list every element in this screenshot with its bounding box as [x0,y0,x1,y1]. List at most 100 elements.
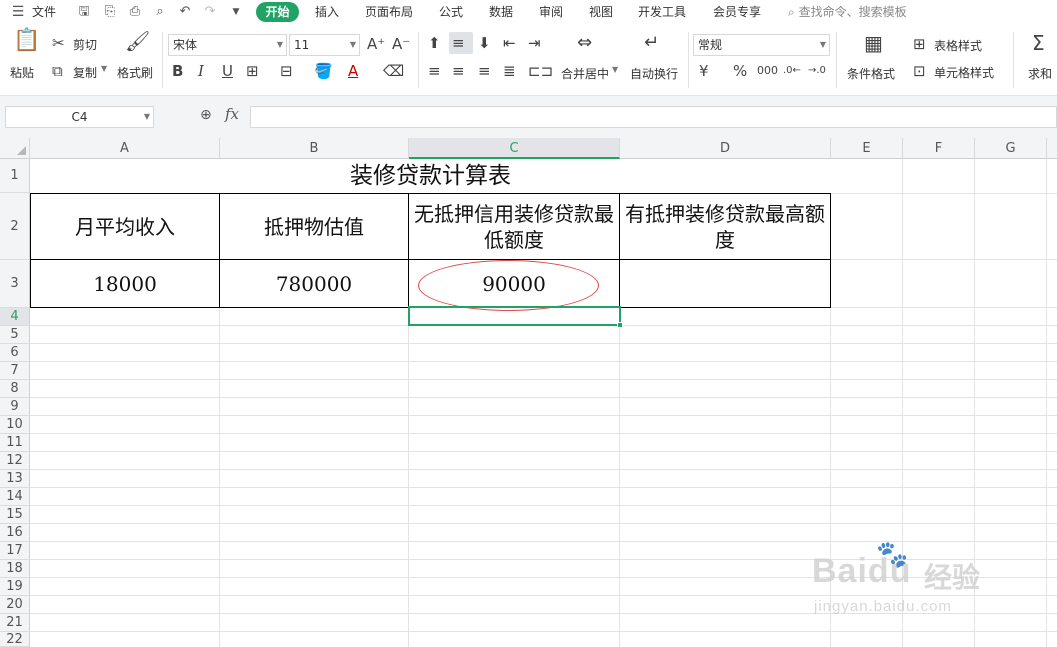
row-header-7[interactable]: 7 [0,362,30,380]
paste-icon[interactable]: 📋 [13,30,40,52]
row-header-16[interactable]: 16 [0,524,30,542]
select-all-corner[interactable] [0,138,30,159]
tab-home[interactable]: 开始 [256,2,299,22]
decrease-indent-icon[interactable]: ⇤ [503,34,516,52]
header-cell-b2[interactable]: 抵押物估值 [220,194,408,259]
conditional-format-button[interactable]: 条件格式 [847,65,895,82]
font-color-icon[interactable]: A [348,62,358,80]
tab-member[interactable]: 会员专享 [713,0,761,24]
italic-button[interactable]: I [198,62,204,80]
redo-icon[interactable]: ↷ [202,4,218,20]
borders-icon[interactable]: ⊞ [246,62,259,80]
formula-input[interactable] [250,106,1057,128]
merge-center-icon[interactable]: ⇔ [577,34,592,52]
column-header-e[interactable]: E [831,138,903,159]
copy-dropdown-icon[interactable]: ▼ [101,64,107,73]
fill-handle[interactable] [617,322,623,328]
print-icon[interactable]: ⎙ [127,4,143,20]
table-style-icon[interactable]: ⊞ [913,35,926,53]
percent-button[interactable]: % [733,62,747,80]
row-header-9[interactable]: 9 [0,398,30,416]
increase-indent-icon[interactable]: ⇥ [528,34,541,52]
hamburger-menu-icon[interactable]: ☰ [10,4,26,20]
align-bottom-icon[interactable]: ⬇ [478,34,491,52]
row-header-21[interactable]: 21 [0,614,30,632]
column-header-g[interactable]: G [975,138,1047,159]
decrease-font-icon[interactable]: A⁻ [392,35,410,53]
cell-style-button[interactable]: 单元格样式 [934,64,994,81]
column-header-b[interactable]: B [220,138,409,159]
value-cell-a3[interactable]: 18000 [31,261,219,307]
wrap-text-icon[interactable]: ↵ [644,34,659,52]
row-header-8[interactable]: 8 [0,380,30,398]
row-header-20[interactable]: 20 [0,596,30,614]
font-size-select[interactable]: 11 ▼ [289,34,360,56]
row-header-2[interactable]: 2 [0,193,30,260]
cell-style-icon[interactable]: ⊡ [913,62,926,80]
undo-icon[interactable]: ↶ [177,4,193,20]
command-search[interactable]: ⌕ 查找命令、搜索模板 [788,0,907,24]
row-header-3[interactable]: 3 [0,260,30,308]
font-name-select[interactable]: 宋体 ▼ [168,34,287,56]
row-header-1[interactable]: 1 [0,159,30,193]
tab-formulas[interactable]: 公式 [439,0,463,24]
sum-button[interactable]: 求和 [1028,65,1052,82]
increase-decimal-icon[interactable]: .0← [783,62,801,80]
fill-color-icon[interactable]: 🪣 [314,62,333,80]
merge-dropdown-icon[interactable]: ▼ [612,65,618,74]
row-header-11[interactable]: 11 [0,434,30,452]
row-header-13[interactable]: 13 [0,470,30,488]
table-style-button[interactable]: 表格样式 [934,37,982,54]
bold-button[interactable]: B [172,62,183,80]
name-box[interactable]: C4 ▼ [5,106,154,128]
row-header-19[interactable]: 19 [0,578,30,596]
print-preview-icon[interactable]: ⌕ [152,4,168,20]
number-format-select[interactable]: 常规 ▼ [693,34,830,56]
row-header-15[interactable]: 15 [0,506,30,524]
customize-quick-access-icon[interactable]: ▼ [228,4,244,20]
tab-view[interactable]: 视图 [589,0,613,24]
format-painter-button[interactable]: 格式刷 [117,64,153,81]
sum-icon[interactable]: Σ [1032,33,1045,53]
zoom-icon[interactable]: ⊕ [200,107,212,123]
row-header-14[interactable]: 14 [0,488,30,506]
currency-button[interactable]: ¥ [699,62,709,80]
tab-developer[interactable]: 开发工具 [638,0,686,24]
tab-review[interactable]: 审阅 [539,0,563,24]
decrease-decimal-icon[interactable]: →.0 [808,62,826,80]
row-header-12[interactable]: 12 [0,452,30,470]
row-header-5[interactable]: 5 [0,326,30,344]
column-header-a[interactable]: A [30,138,220,159]
row-header-17[interactable]: 17 [0,542,30,560]
thousands-separator-icon[interactable]: 000 [757,62,778,80]
fx-icon[interactable]: fx [225,105,239,123]
tab-page-layout[interactable]: 页面布局 [365,0,413,24]
tab-data[interactable]: 数据 [489,0,513,24]
sheet-title-cell[interactable]: 装修贷款计算表 [30,159,831,193]
value-cell-d3[interactable] [620,261,830,307]
header-cell-c2[interactable]: 无抵押信用装修贷款最低额度 [409,194,619,259]
header-cell-d2[interactable]: 有抵押装修贷款最高额度 [620,194,830,259]
row-header-10[interactable]: 10 [0,416,30,434]
row-header-22[interactable]: 22 [0,632,30,647]
column-header-c[interactable]: C [409,138,620,159]
cut-button[interactable]: 剪切 [73,36,97,53]
increase-font-icon[interactable]: A⁺ [367,35,385,53]
tab-insert[interactable]: 插入 [315,0,339,24]
clear-format-icon[interactable]: ⌫ [383,62,404,80]
align-top-icon[interactable]: ⬆ [428,34,441,52]
file-menu[interactable]: 文件 [32,0,56,24]
merge-center-button[interactable]: 合并居中 [561,65,609,82]
align-left-icon[interactable]: ≡ [428,62,441,80]
save-icon[interactable]: 🖫 [76,4,92,20]
conditional-format-icon[interactable]: ▦ [864,33,883,53]
align-right-icon[interactable]: ≡ [478,62,491,80]
scissors-icon[interactable]: ✂ [52,34,65,52]
value-cell-b3[interactable]: 780000 [220,261,408,307]
align-middle-icon[interactable]: ≡ [452,34,465,52]
align-center-icon[interactable]: ≡ [452,62,465,80]
wrap-text-button[interactable]: 自动换行 [630,65,678,82]
copy-icon[interactable]: ⧉ [52,62,63,80]
row-header-18[interactable]: 18 [0,560,30,578]
row-header-4[interactable]: 4 [0,308,30,326]
